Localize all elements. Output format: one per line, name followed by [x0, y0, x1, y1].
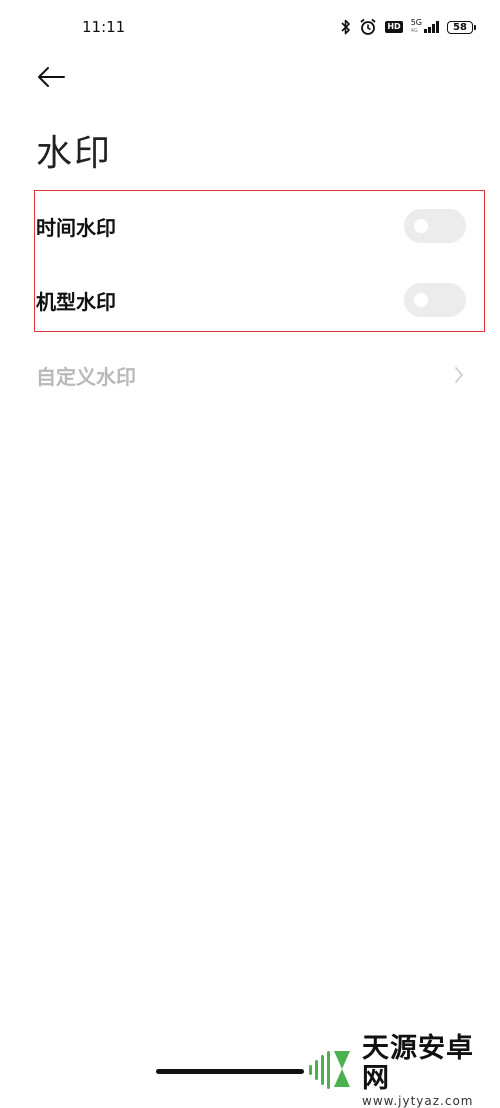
status-icons: HD 5G 4G 58 [341, 14, 476, 40]
setting-time-watermark[interactable]: 时间水印 [36, 196, 466, 256]
watermark-brand: 天源安卓网 [362, 1033, 474, 1094]
status-time: 11:11 [82, 18, 126, 36]
setting-label: 自定义水印 [36, 364, 136, 389]
setting-label: 时间水印 [36, 215, 116, 240]
network-sub-label: 4G [410, 28, 418, 34]
watermark-url: www.jytyaz.com [362, 1094, 474, 1108]
time-watermark-toggle[interactable] [404, 209, 466, 243]
page-title: 水印 [36, 133, 113, 174]
signal-icon: 5G 4G [411, 19, 439, 35]
status-bar: 11:11 HD 5G 4G 58 [0, 0, 500, 56]
network-type-label: 5G [410, 18, 422, 27]
setting-custom-watermark[interactable]: 自定义水印 [36, 345, 466, 405]
alarm-icon [359, 18, 377, 36]
setting-label: 机型水印 [36, 289, 116, 314]
model-watermark-toggle[interactable] [404, 283, 466, 317]
arrow-left-icon [36, 65, 66, 93]
watermark-logo-icon [306, 1047, 356, 1095]
site-watermark: 天源安卓网 www.jytyaz.com [306, 1034, 500, 1108]
battery-icon: 58 [447, 20, 476, 34]
setting-model-watermark[interactable]: 机型水印 [36, 270, 466, 330]
home-indicator[interactable] [156, 1069, 304, 1074]
back-button[interactable] [36, 64, 72, 94]
hd-icon: HD [385, 21, 403, 33]
battery-level: 58 [447, 20, 473, 34]
chevron-right-icon [452, 365, 466, 385]
signal-bars [424, 21, 439, 33]
bluetooth-icon [341, 19, 351, 35]
